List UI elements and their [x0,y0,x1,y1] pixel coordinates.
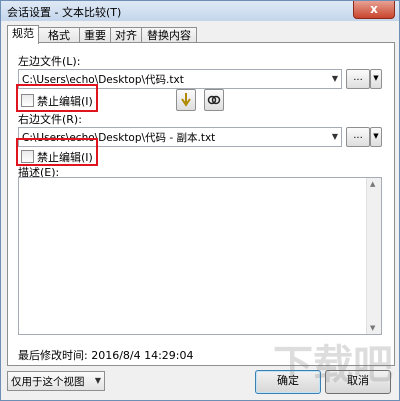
chevron-down-icon: ▼ [373,74,379,82]
left-browse-button[interactable]: ... [346,69,370,89]
view-scope-select[interactable]: 仅用于这个视图 ▼ [7,371,105,391]
highlight-box-left-lock [16,84,98,112]
site-watermark: 下载吧 [273,342,393,388]
link-icon [207,95,221,105]
left-file-label: 左边文件(L): [18,55,81,68]
link-files-button[interactable] [204,89,224,111]
tab-importance[interactable]: 重要 [79,27,111,43]
tab-format[interactable]: 格式 [38,27,80,43]
chevron-down-icon: ▼ [94,376,101,385]
chevron-down-icon: ▼ [331,74,338,83]
spec-panel: 左边文件(L): C:\Users\echo\Desktop\代码.txt ▼ … [7,42,395,366]
window-title: 会话设置 - 文本比较(T) [7,6,122,19]
title-bar[interactable]: 会话设置 - 文本比较(T) x [1,1,399,21]
tab-replacements[interactable]: 替换内容 [141,27,197,43]
description-scrollbar[interactable]: ▲ ▼ [366,178,381,334]
chevron-down-icon: ▼ [331,132,338,141]
swap-files-button[interactable] [176,89,196,111]
last-modified-text: 最后修改时间: 2016/8/4 14:29:04 [18,349,194,362]
tab-alignment[interactable]: 对齐 [110,27,142,43]
left-browse-menu-button[interactable]: ▼ [370,69,382,89]
scroll-down-icon[interactable]: ▼ [370,324,375,332]
description-textarea[interactable]: ▲ ▼ [18,177,382,335]
swap-arrow-icon [181,93,191,107]
close-icon: x [370,2,378,16]
tab-spec[interactable]: 规范 [7,25,39,44]
right-browse-button[interactable]: ... [346,127,370,147]
close-button[interactable]: x [353,1,395,19]
highlight-box-right-lock [16,138,98,166]
right-browse-menu-button[interactable]: ▼ [370,127,382,147]
right-file-label: 右边文件(R): [18,113,82,126]
scroll-up-icon[interactable]: ▲ [370,180,375,188]
session-settings-dialog: 会话设置 - 文本比较(T) x 规范 格式 重要 对齐 替换内容 左边文件(L… [0,0,400,401]
chevron-down-icon: ▼ [373,132,379,140]
